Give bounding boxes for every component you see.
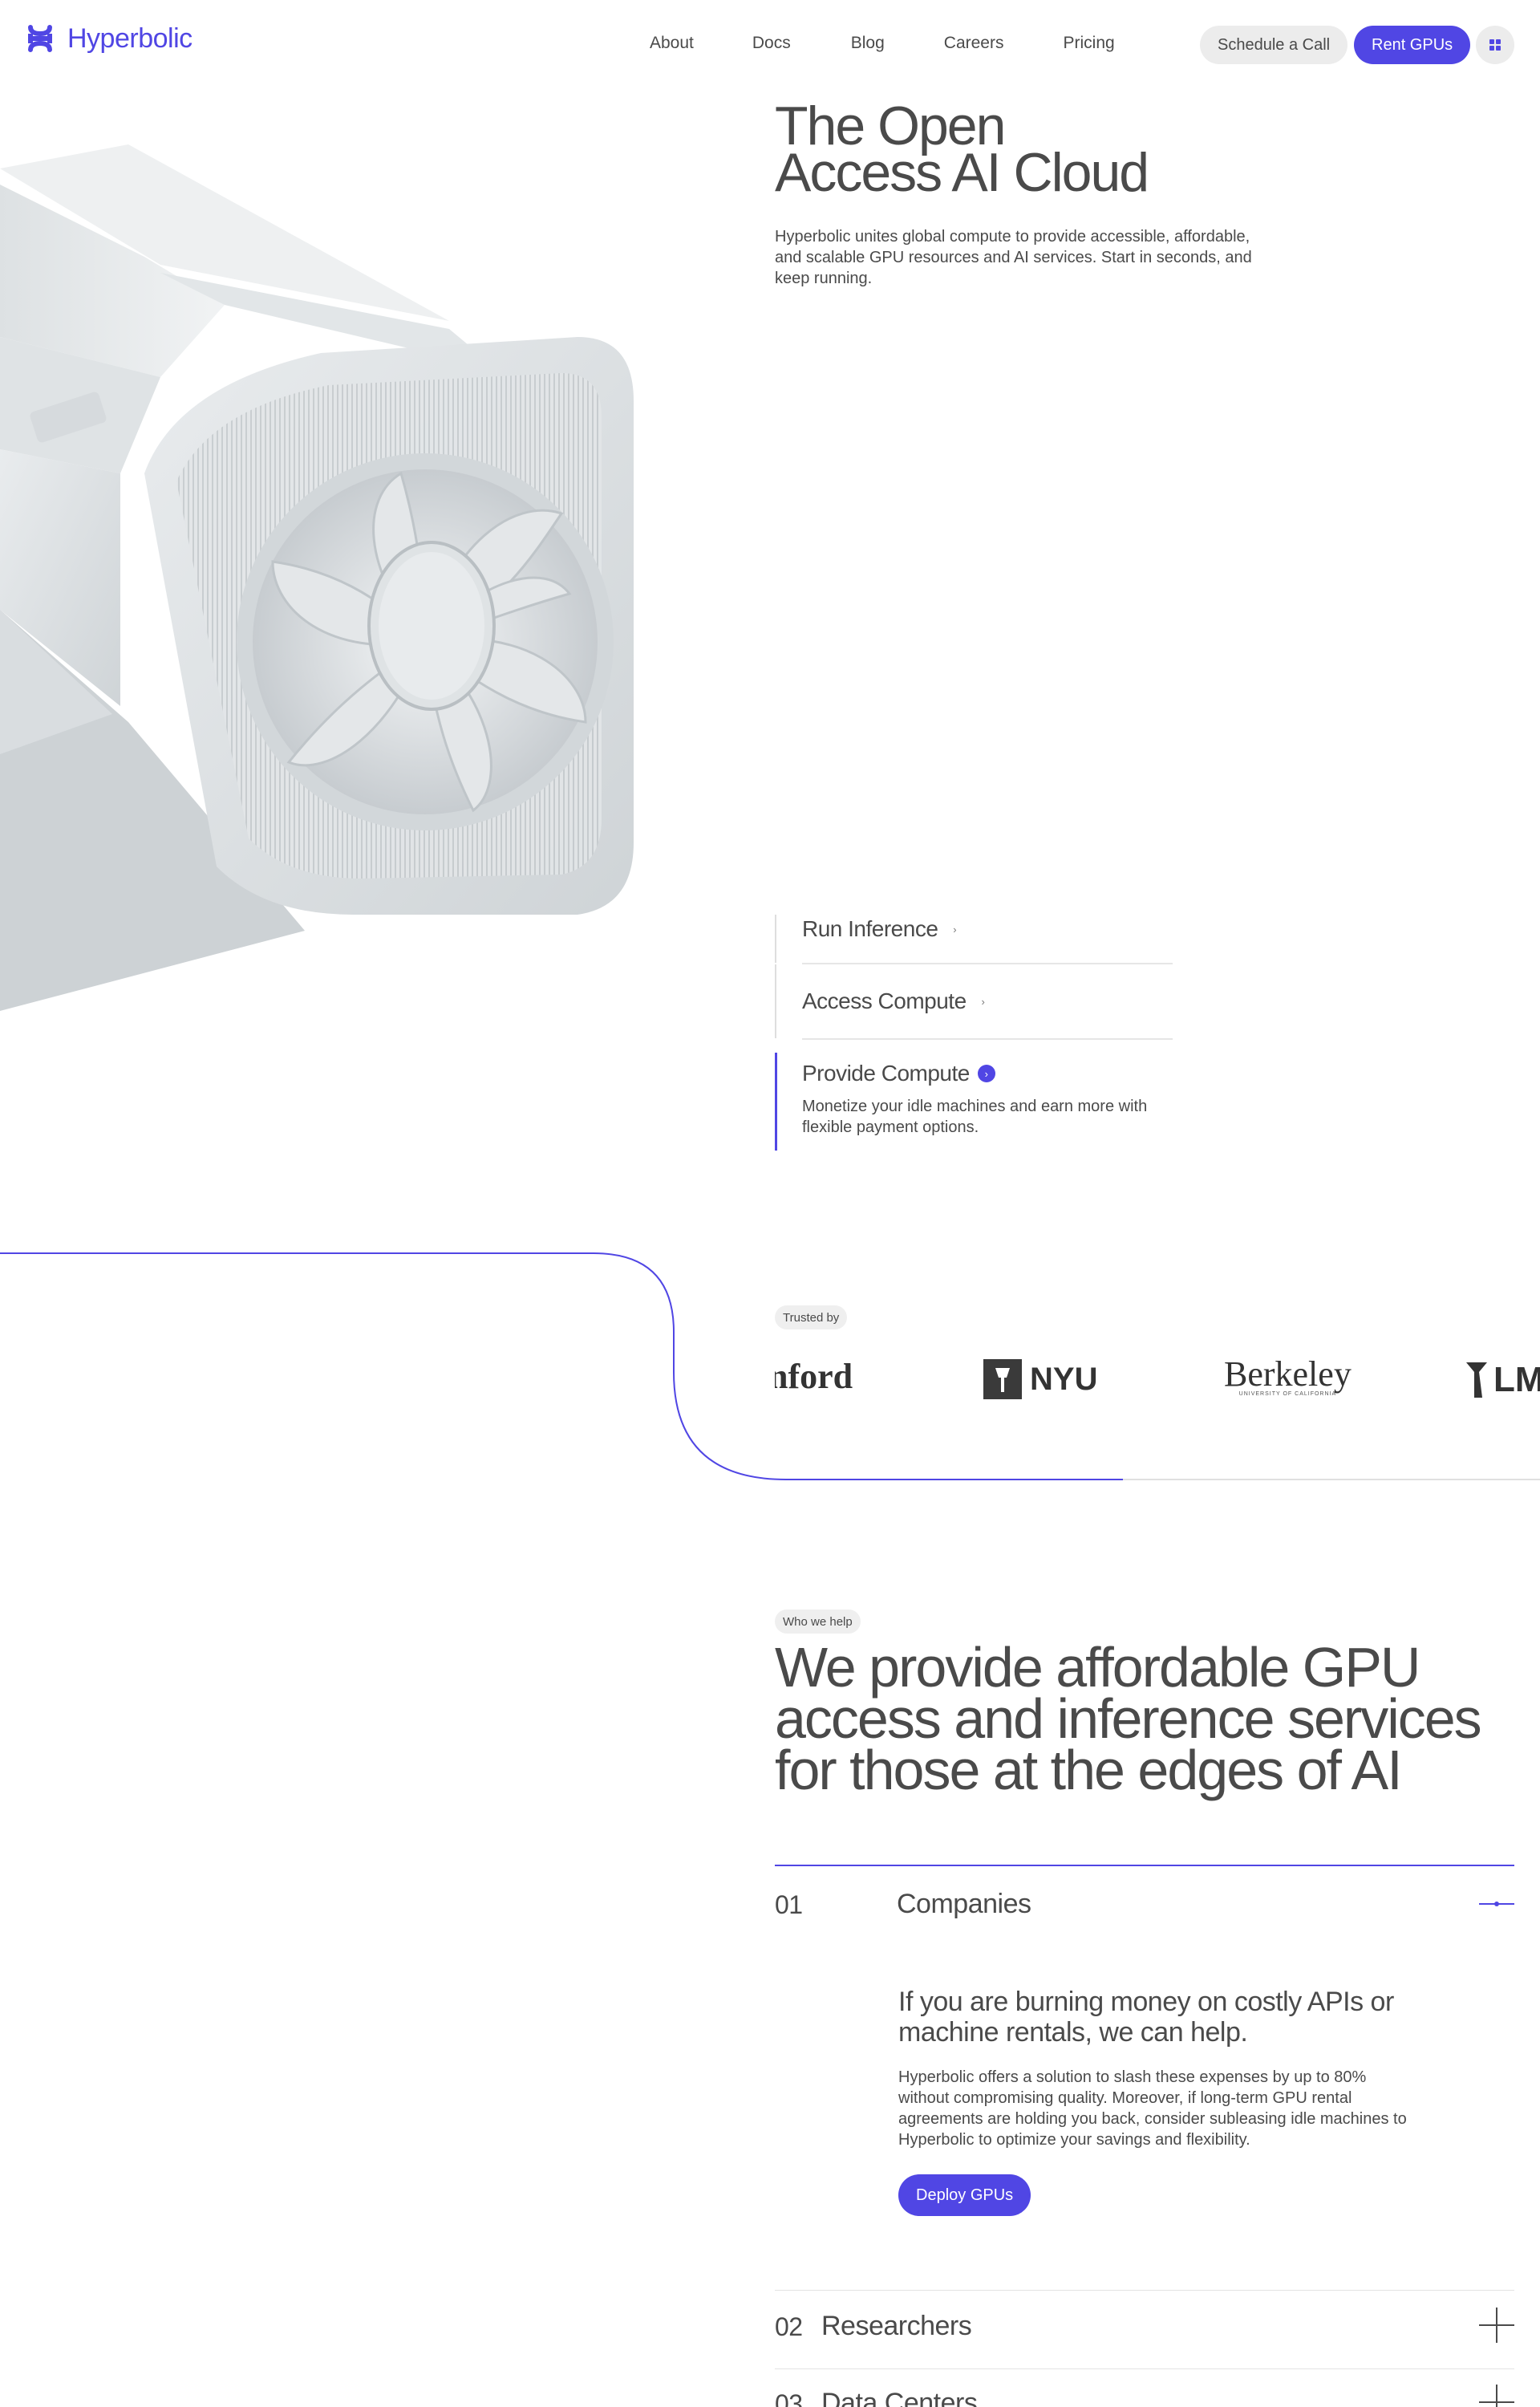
accordion-divider (775, 1865, 1514, 1866)
accordion-title-researchers[interactable]: Researchers (821, 2311, 972, 2342)
berkeley-logo-text: Berkeley (1224, 1354, 1352, 1394)
berkeley-logo: Berkeley UNIVERSITY OF CALIFORNIA (1224, 1354, 1352, 1398)
brand-name: Hyperbolic (67, 22, 192, 54)
schedule-call-button[interactable]: Schedule a Call (1200, 26, 1348, 64)
accordion-title-companies[interactable]: Companies (897, 1889, 1031, 1920)
accordion-number: 03 (775, 2389, 803, 2407)
chevron-right-icon: › (981, 995, 985, 1008)
accordion-number: 02 (775, 2312, 803, 2341)
top-nav: Hyperbolic About Docs Blog Careers Prici… (0, 0, 1540, 88)
grid-icon (1489, 39, 1501, 51)
nav-link-docs[interactable]: Docs (752, 34, 791, 53)
hero-title-line-2: Access AI Cloud (775, 142, 1149, 203)
expand-icon[interactable] (1479, 2308, 1514, 2343)
chevron-right-icon: › (977, 1065, 995, 1082)
nav-links: About Docs Blog Careers Pricing (650, 34, 1115, 53)
deploy-gpus-button[interactable]: Deploy GPUs (898, 2174, 1031, 2216)
lm-mark-icon (1466, 1362, 1487, 1398)
hero-subtitle: Hyperbolic unites global compute to prov… (775, 228, 1252, 287)
feature-provide-compute[interactable]: Provide Compute › Monetize your idle mac… (775, 1040, 1173, 1151)
brand-logo[interactable]: Hyperbolic (24, 22, 192, 55)
feature-list: Run Inference › Access Compute › Provide… (775, 915, 1173, 1151)
accordion-panel-title: If you are burning money on costly APIs … (898, 1987, 1394, 2048)
trusted-by-chip: Trusted by (775, 1305, 848, 1329)
accordion-number: 01 (775, 1890, 803, 1919)
feature-title: Provide Compute (802, 1061, 970, 1086)
who-we-help-title: We provide affordable GPU access and inf… (775, 1636, 1513, 1801)
nyu-logo: NYU (983, 1359, 1097, 1399)
feature-description: Monetize your idle machines and earn mor… (802, 1098, 1148, 1136)
feature-access-compute[interactable]: Access Compute › (775, 964, 1173, 1038)
who-title-line-3: for those at the edges of AI (775, 1739, 1403, 1801)
feature-run-inference[interactable]: Run Inference › (775, 915, 1173, 963)
accordion-divider (775, 2290, 1514, 2291)
feature-title: Access Compute (802, 988, 967, 1013)
gpu-illustration (0, 144, 634, 1011)
who-title-line-1: We provide affordable GPU (775, 1636, 1420, 1699)
nav-link-blog[interactable]: Blog (851, 34, 885, 53)
accordion-title-data-centers[interactable]: Data Centers (821, 2388, 978, 2407)
nav-link-pricing[interactable]: Pricing (1063, 34, 1114, 53)
collapse-icon[interactable] (1479, 1886, 1514, 1922)
berkeley-logo-subtext: UNIVERSITY OF CALIFORNIA (1238, 1391, 1337, 1397)
accordion-panel-body: Hyperbolic offers a solution to slash th… (898, 2068, 1407, 2149)
who-we-help-chip: Who we help (775, 1609, 861, 1634)
trusted-logos: anford NYU Berkeley UNIVERSITY OF CALIFO… (775, 1348, 1540, 1412)
expand-icon[interactable] (1479, 2385, 1514, 2407)
stanford-logo: anford (775, 1357, 853, 1396)
accordion-divider (775, 2368, 1514, 2369)
feature-title: Run Inference (802, 916, 938, 941)
chevron-right-icon: › (953, 923, 957, 936)
lm-logo-text: LM (1493, 1360, 1540, 1399)
who-title-line-2: access and inference services (775, 1687, 1482, 1750)
hyperbolic-logo-icon (28, 25, 52, 52)
rent-gpus-button[interactable]: Rent GPUs (1354, 26, 1471, 64)
nav-link-careers[interactable]: Careers (944, 34, 1004, 53)
menu-button[interactable] (1476, 26, 1514, 64)
nyu-logo-text: NYU (1030, 1361, 1098, 1397)
hero-title: The Open Access AI Cloud (775, 99, 1149, 203)
torch-icon (983, 1359, 1022, 1399)
lm-logo: LM (1465, 1359, 1540, 1401)
nav-link-about[interactable]: About (650, 34, 694, 53)
